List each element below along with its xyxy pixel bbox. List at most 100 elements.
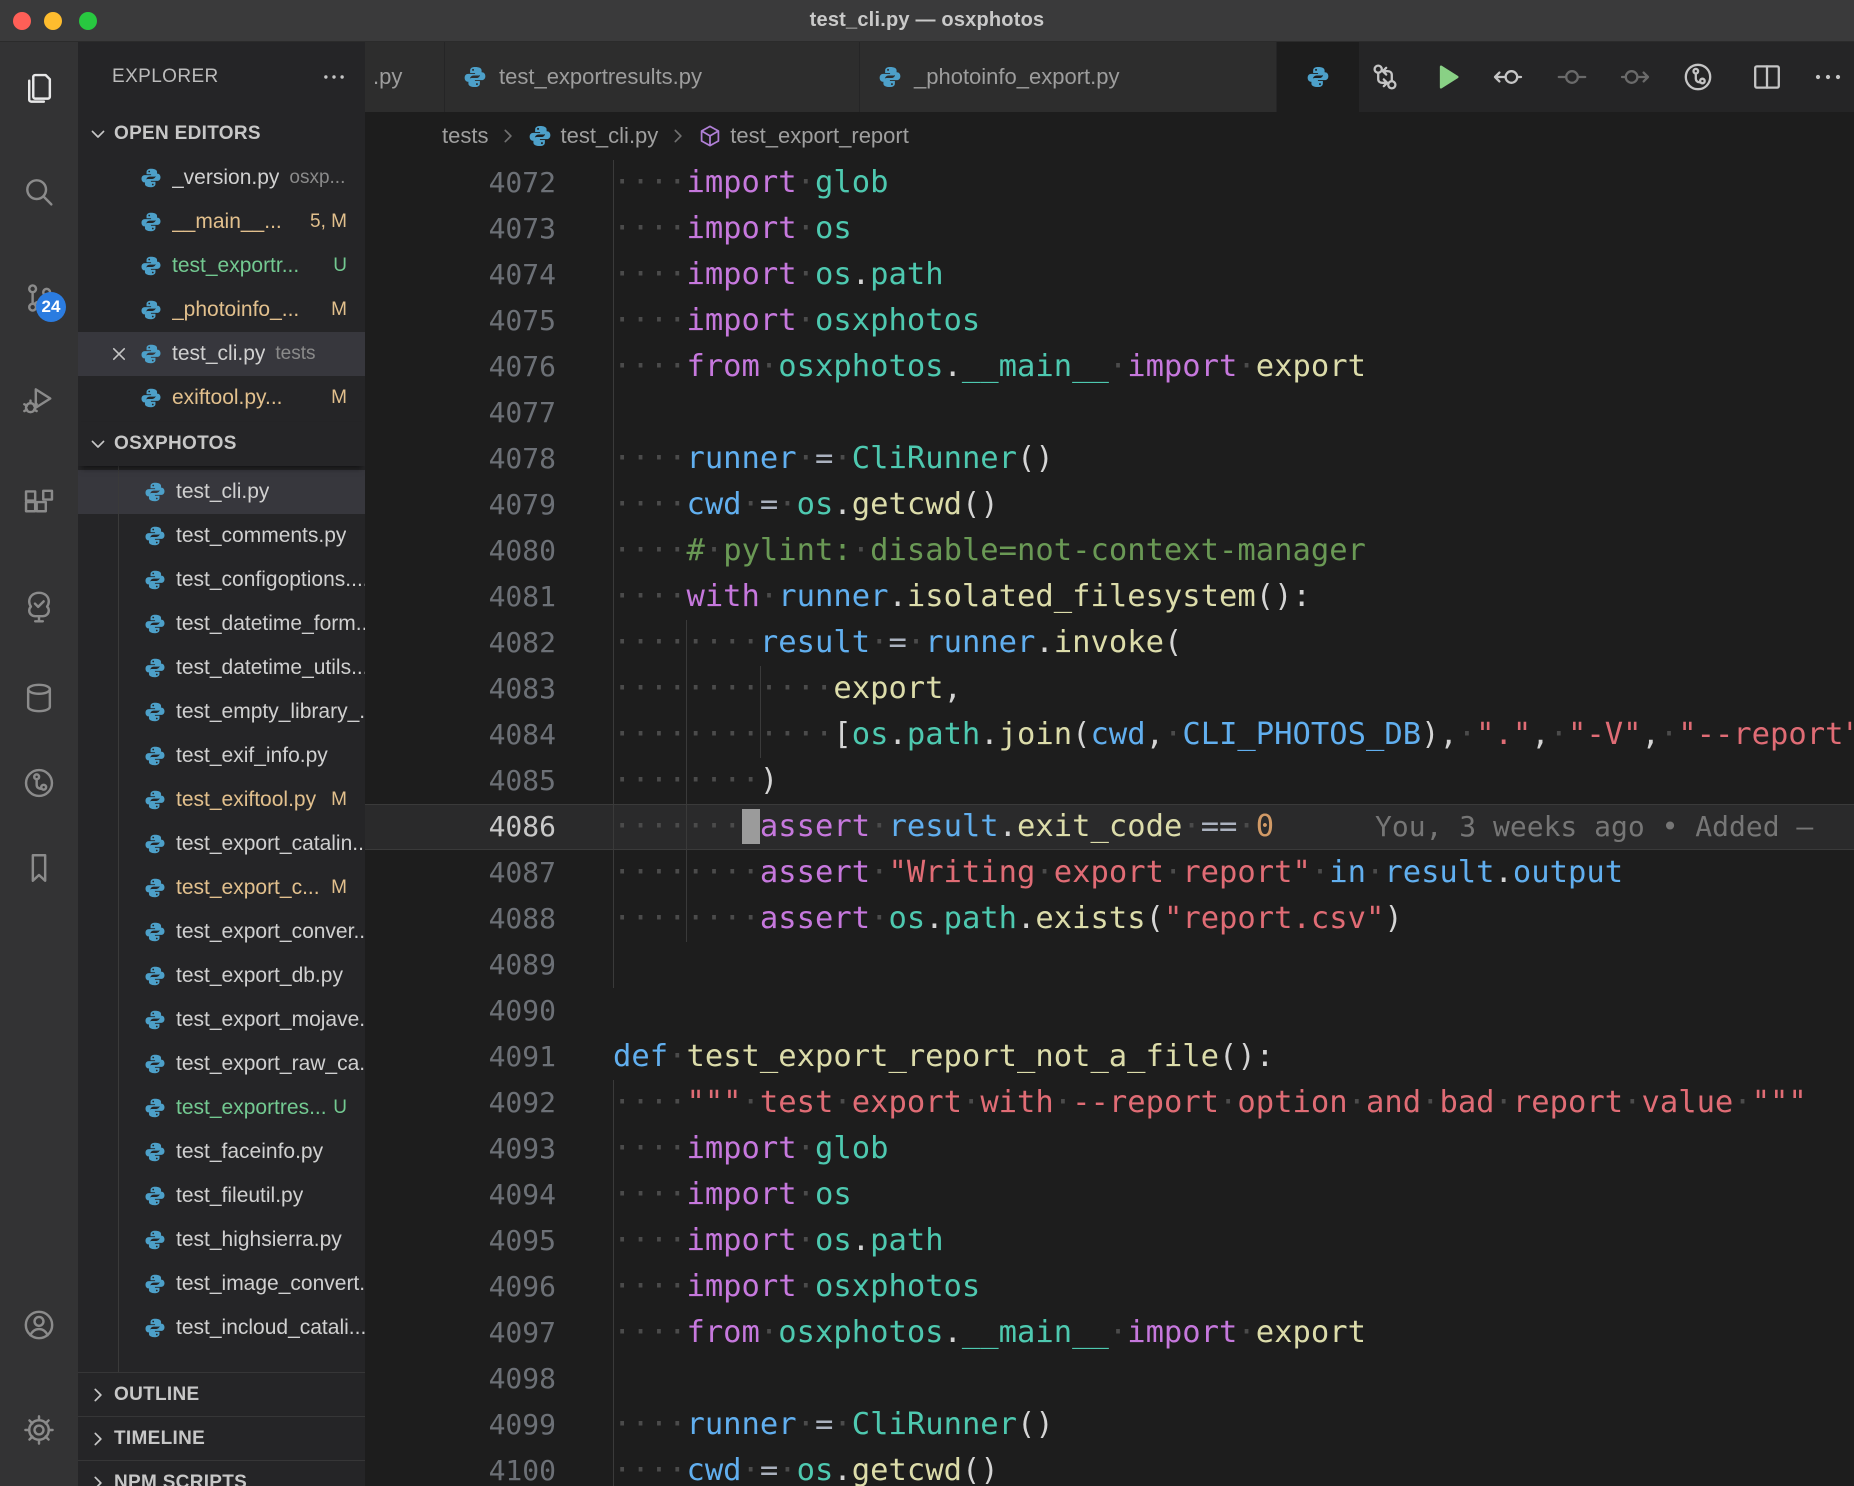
minimize-window-button[interactable] xyxy=(44,12,62,30)
code-line[interactable]: 4084············[os.path.join(cwd,·CLI_P… xyxy=(365,712,1854,758)
line-number[interactable]: 4087 xyxy=(365,850,556,896)
code-line[interactable]: 4094····import·os xyxy=(365,1172,1854,1218)
line-number[interactable]: 4073 xyxy=(365,206,556,252)
sidebar-more-actions-icon[interactable] xyxy=(321,64,347,90)
line-number[interactable]: 4076 xyxy=(365,344,556,390)
file-item[interactable]: test_exportres...U xyxy=(78,1086,365,1130)
line-number[interactable]: 4072 xyxy=(365,160,556,206)
split-editor-icon[interactable] xyxy=(1751,61,1783,93)
section-header-npm-scripts[interactable]: NPM SCRIPTS xyxy=(78,1460,365,1486)
activity-item-extensions[interactable] xyxy=(0,478,78,530)
code-line[interactable]: 4078····runner·=·CliRunner() xyxy=(365,436,1854,482)
run-python-file-icon[interactable] xyxy=(1431,61,1463,93)
code-line[interactable]: 4080····#·pylint:·disable=not-context-ma… xyxy=(365,528,1854,574)
code-line[interactable]: 4097····from·osxphotos.__main__·import·e… xyxy=(365,1310,1854,1356)
code-line[interactable]: 4088········assert·os.path.exists("repor… xyxy=(365,896,1854,942)
file-item[interactable]: test_exiftool.pyM xyxy=(78,778,365,822)
editor-tab[interactable]: _photoinfo_export.py xyxy=(860,42,1277,112)
code-line[interactable]: 4099····runner·=·CliRunner() xyxy=(365,1402,1854,1448)
code-line[interactable]: 4095····import·os.path xyxy=(365,1218,1854,1264)
line-number[interactable]: 4077 xyxy=(365,390,556,436)
code-line[interactable]: 4077 xyxy=(365,390,1854,436)
open-editor-item[interactable]: __main__...5, M xyxy=(78,200,365,244)
more-actions-icon[interactable] xyxy=(1812,61,1844,93)
line-number[interactable]: 4091 xyxy=(365,1034,556,1080)
open-editor-item[interactable]: _version.pyosxp... xyxy=(78,156,365,200)
editor-tab[interactable]: test_exportresults.py xyxy=(445,42,860,112)
file-item[interactable]: test_fileutil.py xyxy=(78,1174,365,1218)
breadcrumb-item[interactable]: test_export_report xyxy=(698,123,909,149)
line-number[interactable]: 4078 xyxy=(365,436,556,482)
section-header-outline[interactable]: OUTLINE xyxy=(78,1372,365,1416)
activity-item-todo-tree[interactable] xyxy=(0,580,78,632)
line-number[interactable]: 4089 xyxy=(365,942,556,988)
line-number[interactable]: 4085 xyxy=(365,758,556,804)
code-line[interactable]: 4079····cwd·=·os.getcwd() xyxy=(365,482,1854,528)
code-line[interactable]: 4082········result·=·runner.invoke( xyxy=(365,620,1854,666)
file-item[interactable]: test_export_db.py xyxy=(78,954,365,998)
activity-item-search[interactable] xyxy=(0,166,78,218)
code-line[interactable]: 4100····cwd·=·os.getcwd() xyxy=(365,1448,1854,1486)
git-blame-annotation[interactable]: You, 3 weeks ago • Added — xyxy=(1375,804,1813,850)
next-change-icon[interactable] xyxy=(1619,61,1651,93)
activity-item-database[interactable] xyxy=(0,672,78,724)
zoom-window-button[interactable] xyxy=(79,12,97,30)
file-item[interactable]: test_faceinfo.py xyxy=(78,1130,365,1174)
activity-item-gitlens[interactable] xyxy=(0,757,78,809)
code-line[interactable]: 4081····with·runner.isolated_filesystem(… xyxy=(365,574,1854,620)
file-item[interactable]: test_cli.py xyxy=(78,470,365,514)
open-editor-item[interactable]: test_exportr...U xyxy=(78,244,365,288)
code-line[interactable]: 4072····import·glob xyxy=(365,160,1854,206)
code-area[interactable]: 4072····import·glob4073····import·os4074… xyxy=(365,160,1854,1486)
file-item[interactable]: test_configoptions.... xyxy=(78,558,365,602)
file-item[interactable]: test_comments.py xyxy=(78,514,365,558)
close-window-button[interactable] xyxy=(13,12,31,30)
code-line[interactable]: 4085········) xyxy=(365,758,1854,804)
project-section-header[interactable]: OSXPHOTOS xyxy=(78,422,365,466)
file-item[interactable]: test_export_conver... xyxy=(78,910,365,954)
line-number[interactable]: 4081 xyxy=(365,574,556,620)
code-line[interactable]: 4093····import·glob xyxy=(365,1126,1854,1172)
line-number[interactable]: 4100 xyxy=(365,1448,556,1486)
git-compare-icon[interactable] xyxy=(1369,61,1401,93)
line-number[interactable]: 4088 xyxy=(365,896,556,942)
previous-change-icon[interactable] xyxy=(1492,61,1524,93)
file-item[interactable]: test_empty_library_... xyxy=(78,690,365,734)
activity-item-bookmarks[interactable] xyxy=(0,842,78,894)
code-line[interactable]: 4098 xyxy=(365,1356,1854,1402)
file-item[interactable]: test_export_c...M xyxy=(78,866,365,910)
line-number[interactable]: 4084 xyxy=(365,712,556,758)
line-number[interactable]: 4082 xyxy=(365,620,556,666)
open-editors-section-header[interactable]: OPEN EDITORS xyxy=(78,112,365,156)
editor-tab-active[interactable] xyxy=(1277,42,1360,112)
open-editor-item[interactable]: test_cli.pytests xyxy=(78,332,365,376)
section-header-timeline[interactable]: TIMELINE xyxy=(78,1416,365,1460)
code-line[interactable]: 4083············export, xyxy=(365,666,1854,712)
open-editor-item[interactable]: exiftool.py...M xyxy=(78,376,365,420)
line-number[interactable]: 4094 xyxy=(365,1172,556,1218)
line-number[interactable]: 4098 xyxy=(365,1356,556,1402)
line-number[interactable]: 4093 xyxy=(365,1126,556,1172)
file-item[interactable]: test_export_catalin... xyxy=(78,822,365,866)
code-line[interactable]: 4091def·test_export_report_not_a_file(): xyxy=(365,1034,1854,1080)
line-number[interactable]: 4086 xyxy=(365,804,556,850)
code-line[interactable]: 4073····import·os xyxy=(365,206,1854,252)
code-line[interactable]: 4086······· assert·result.exit_code·==·0… xyxy=(365,804,1854,850)
line-number[interactable]: 4097 xyxy=(365,1310,556,1356)
file-item[interactable]: test_incloud_catali... xyxy=(78,1306,365,1350)
current-change-icon[interactable] xyxy=(1556,61,1588,93)
file-item[interactable]: test_export_raw_ca... xyxy=(78,1042,365,1086)
gitlens-graph-icon[interactable] xyxy=(1682,61,1714,93)
close-editor-icon[interactable] xyxy=(108,343,130,365)
activity-item-explorer[interactable] xyxy=(0,62,78,114)
line-number[interactable]: 4092 xyxy=(365,1080,556,1126)
activity-item-settings[interactable] xyxy=(0,1404,78,1456)
code-line[interactable]: 4075····import·osxphotos xyxy=(365,298,1854,344)
line-number[interactable]: 4090 xyxy=(365,988,556,1034)
line-number[interactable]: 4096 xyxy=(365,1264,556,1310)
code-line[interactable]: 4096····import·osxphotos xyxy=(365,1264,1854,1310)
editor-tab[interactable]: .py xyxy=(365,42,445,112)
code-line[interactable]: 4074····import·os.path xyxy=(365,252,1854,298)
line-number[interactable]: 4083 xyxy=(365,666,556,712)
file-item[interactable]: test_image_convert... xyxy=(78,1262,365,1306)
